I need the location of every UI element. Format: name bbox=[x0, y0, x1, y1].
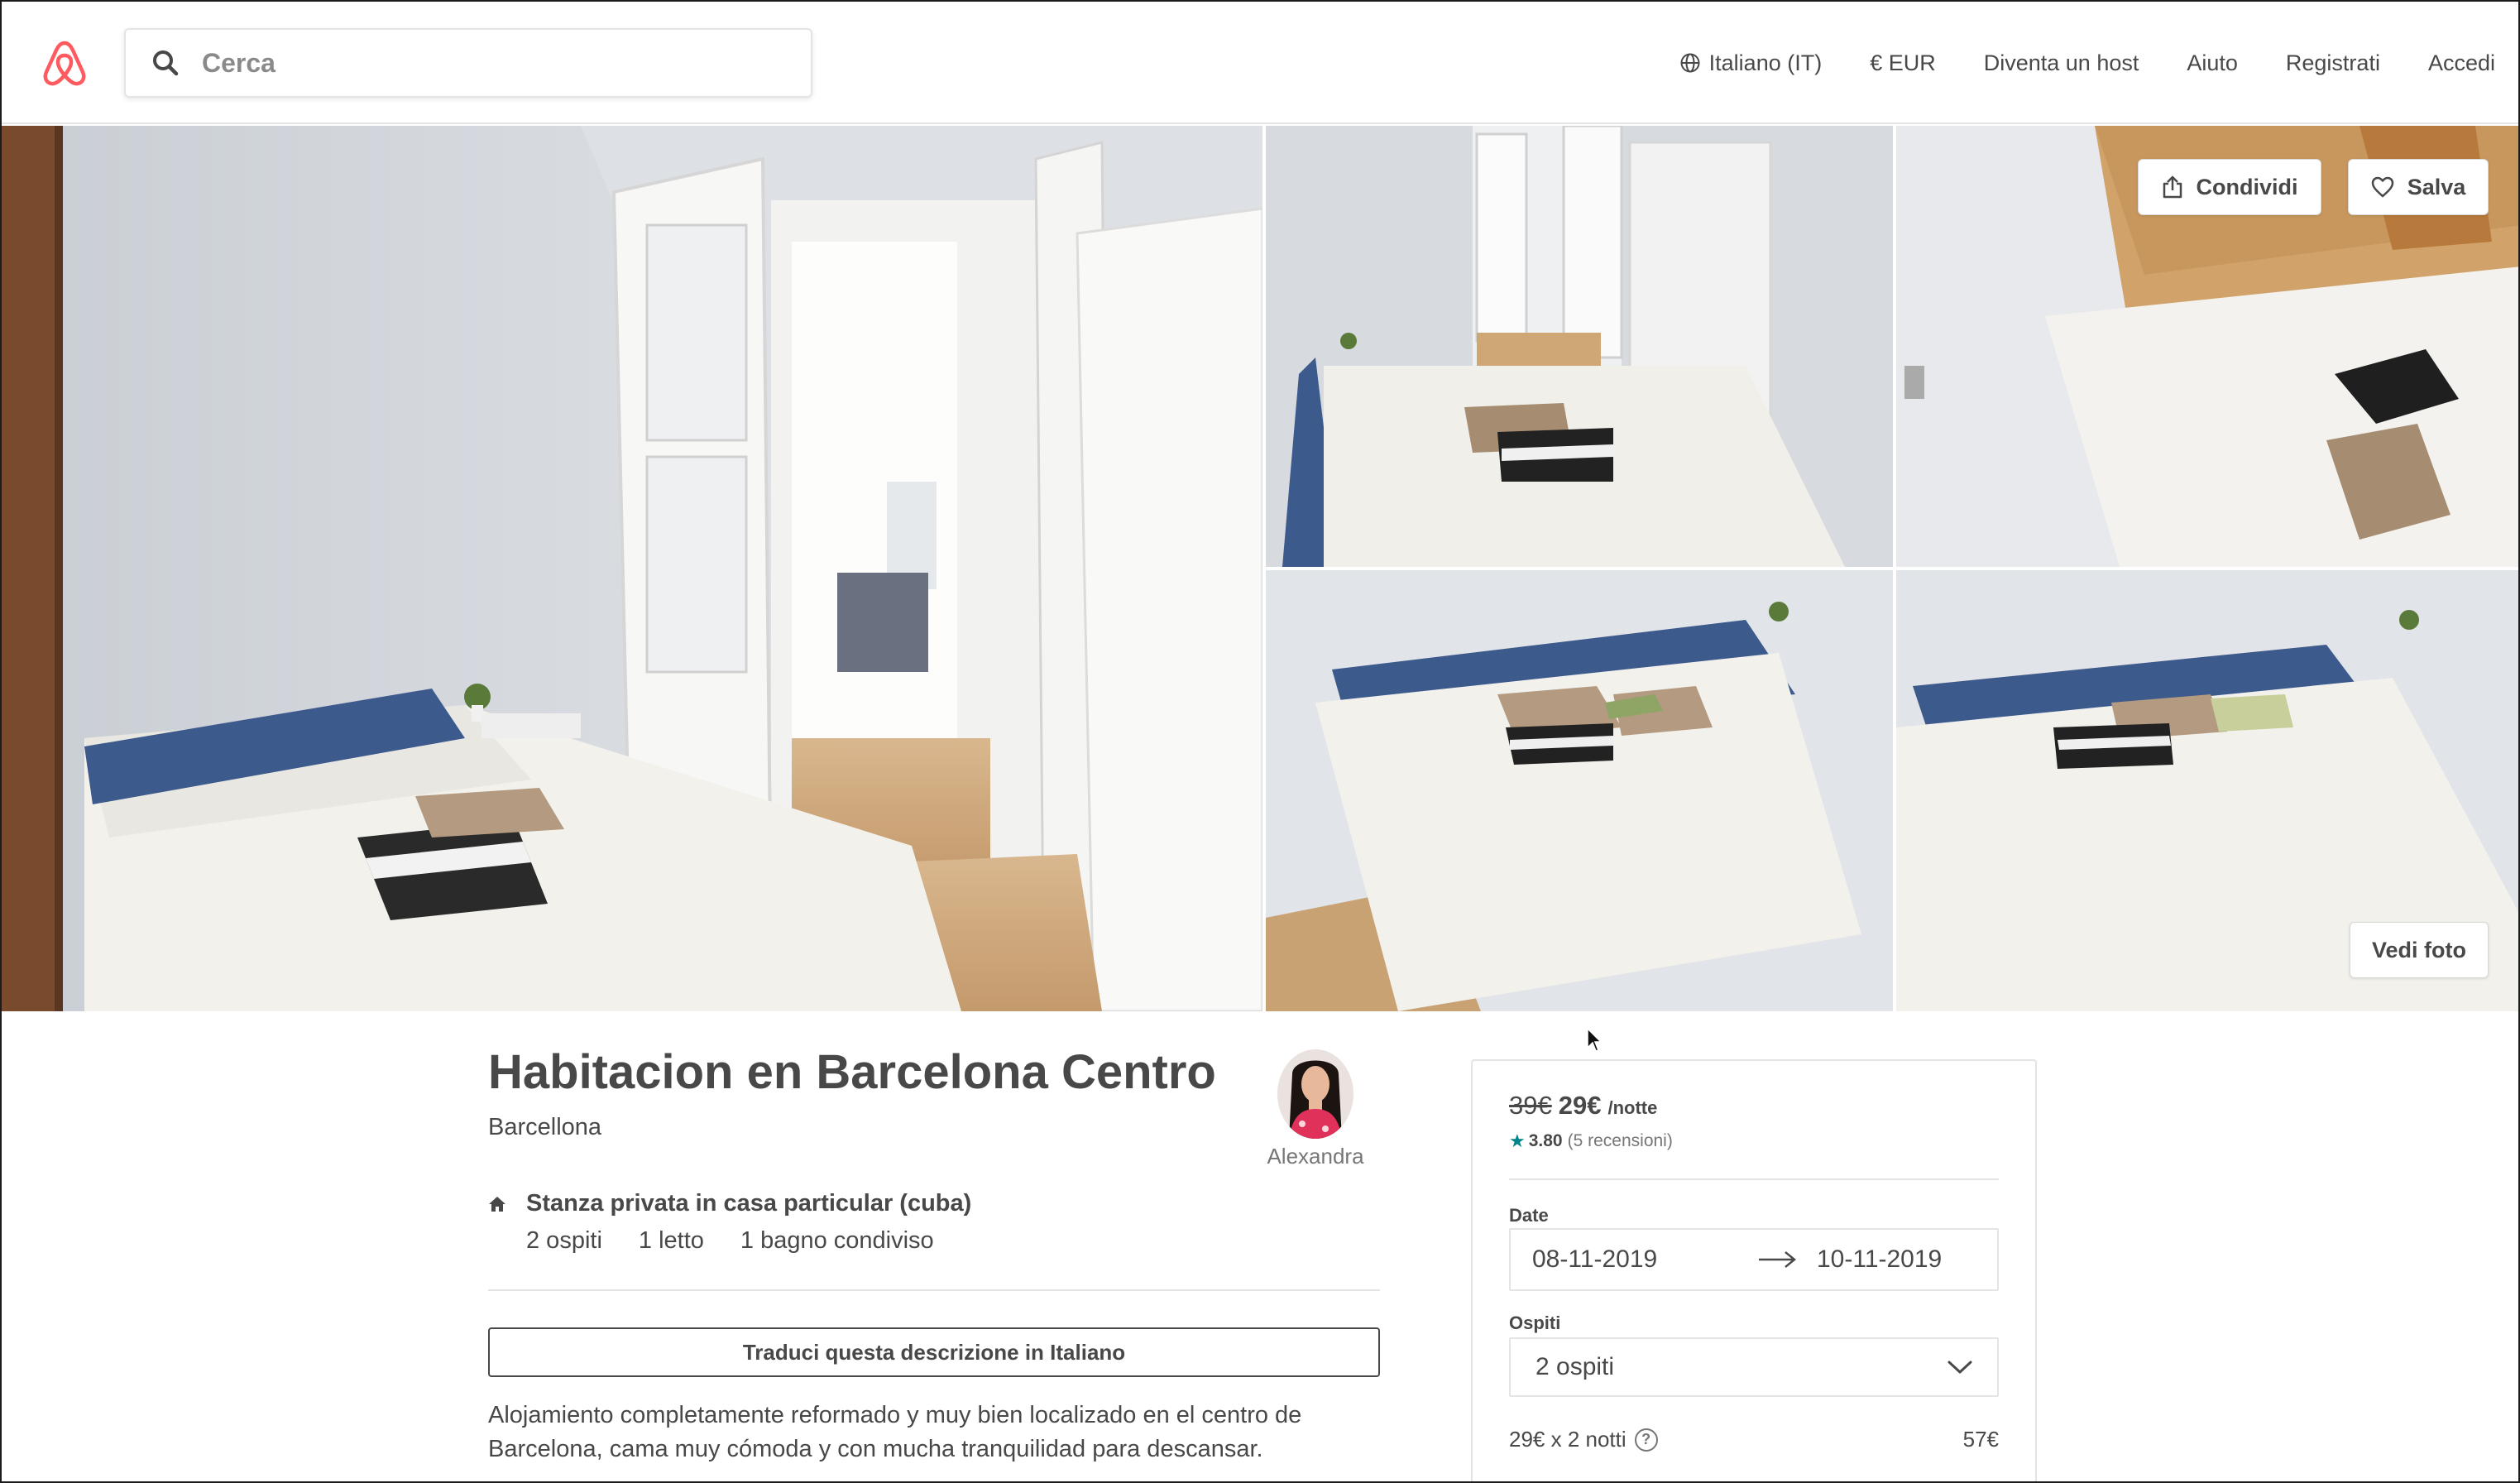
signup-link[interactable]: Registrati bbox=[2286, 50, 2380, 76]
login-link[interactable]: Accedi bbox=[2428, 50, 2495, 76]
help-link[interactable]: Aiuto bbox=[2187, 50, 2238, 76]
airbnb-logo-icon[interactable] bbox=[41, 38, 88, 88]
checkin-date[interactable]: 08-11-2019 bbox=[1532, 1245, 1739, 1274]
globe-icon bbox=[1680, 53, 1700, 73]
card-divider bbox=[1509, 1178, 1999, 1180]
arrow-right-icon bbox=[1759, 1251, 1796, 1268]
room-details: 2 ospiti 1 letto 1 bagno condiviso bbox=[526, 1227, 971, 1255]
avatar[interactable] bbox=[1277, 1049, 1353, 1139]
top-nav: Italiano (IT) € EUR Diventa un host Aiut… bbox=[1679, 2, 2495, 124]
currency-selector[interactable]: € EUR bbox=[1870, 50, 1936, 76]
beds-count: 1 letto bbox=[638, 1227, 704, 1254]
share-button[interactable]: Condividi bbox=[2138, 159, 2321, 215]
share-label: Condividi bbox=[2196, 174, 2298, 199]
current-price: 29€ bbox=[1558, 1091, 1602, 1120]
view-photos-button[interactable]: Vedi foto bbox=[2350, 922, 2489, 978]
search-icon bbox=[153, 50, 179, 76]
become-host-link[interactable]: Diventa un host bbox=[1984, 50, 2139, 76]
room-type-section: Stanza privata in casa particular (cuba)… bbox=[488, 1190, 971, 1255]
page: Italiano (IT) € EUR Diventa un host Aiut… bbox=[0, 0, 2520, 1483]
guests-label: Ospiti bbox=[1509, 1313, 1561, 1333]
language-label: Italiano (IT) bbox=[1708, 50, 1823, 75]
per-night-label: /notte bbox=[1607, 1097, 1658, 1118]
guests-count: 2 ospiti bbox=[526, 1227, 602, 1254]
translate-button[interactable]: Traduci questa descrizione in Italiano bbox=[488, 1327, 1380, 1377]
checkout-date[interactable]: 10-11-2019 bbox=[1817, 1245, 1942, 1274]
language-selector[interactable]: Italiano (IT) bbox=[1679, 50, 1823, 76]
search-bar[interactable] bbox=[124, 28, 812, 98]
nightly-calc-total: 57€ bbox=[1962, 1427, 1999, 1452]
rating-score: 3.80 bbox=[1528, 1131, 1563, 1150]
share-icon bbox=[2163, 175, 2182, 199]
rating-line[interactable]: ★ 3.80 (5 recensioni) bbox=[1509, 1130, 1673, 1152]
star-icon: ★ bbox=[1509, 1130, 1526, 1151]
listing-title: Habitacion en Barcelona Centro bbox=[488, 1045, 1216, 1099]
price-calculation: 29€ x 2 notti ? 57€ bbox=[1509, 1427, 1999, 1452]
dates-label: Date bbox=[1509, 1205, 1549, 1226]
home-icon bbox=[489, 1197, 505, 1212]
question-icon[interactable]: ? bbox=[1634, 1428, 1658, 1452]
nightly-calc-label: 29€ x 2 notti bbox=[1509, 1427, 1627, 1452]
booking-card: 39€ 29€ /notte ★ 3.80 (5 recensioni) Dat… bbox=[1471, 1059, 2037, 1481]
section-divider bbox=[488, 1289, 1380, 1291]
guests-value: 2 ospiti bbox=[1535, 1353, 1615, 1380]
save-button[interactable]: Salva bbox=[2348, 159, 2489, 215]
bath-info: 1 bagno condiviso bbox=[740, 1227, 934, 1254]
chevron-down-icon bbox=[1947, 1361, 1972, 1374]
host-name: Alexandra bbox=[1267, 1144, 1364, 1169]
save-label: Salva bbox=[2407, 174, 2466, 199]
guests-select[interactable]: 2 ospiti bbox=[1509, 1337, 1999, 1397]
price-line: 39€ 29€ /notte bbox=[1509, 1091, 1657, 1121]
top-header: Italiano (IT) € EUR Diventa un host Aiut… bbox=[2, 2, 2518, 124]
listing-city[interactable]: Barcellona bbox=[488, 1114, 601, 1141]
old-price: 39€ bbox=[1509, 1091, 1552, 1120]
search-input[interactable] bbox=[202, 47, 781, 79]
host-profile[interactable]: Alexandra bbox=[1264, 1049, 1367, 1169]
heart-icon bbox=[2371, 176, 2393, 198]
date-range-picker[interactable]: 08-11-2019 10-11-2019 bbox=[1509, 1228, 1999, 1291]
main-photo[interactable] bbox=[2, 126, 1262, 1011]
reviews-count: (5 recensioni) bbox=[1567, 1131, 1673, 1150]
photo-gallery: Condividi Salva Vedi foto bbox=[2, 126, 2518, 1011]
photo-thumbnail-3[interactable] bbox=[1266, 570, 1893, 1011]
listing-description: Alojamiento completamente reformado y mu… bbox=[488, 1402, 1302, 1462]
room-type-title: Stanza privata in casa particular (cuba) bbox=[526, 1190, 972, 1217]
mouse-cursor-icon bbox=[1587, 1028, 1602, 1052]
photo-thumbnail-1[interactable] bbox=[1266, 126, 1893, 567]
